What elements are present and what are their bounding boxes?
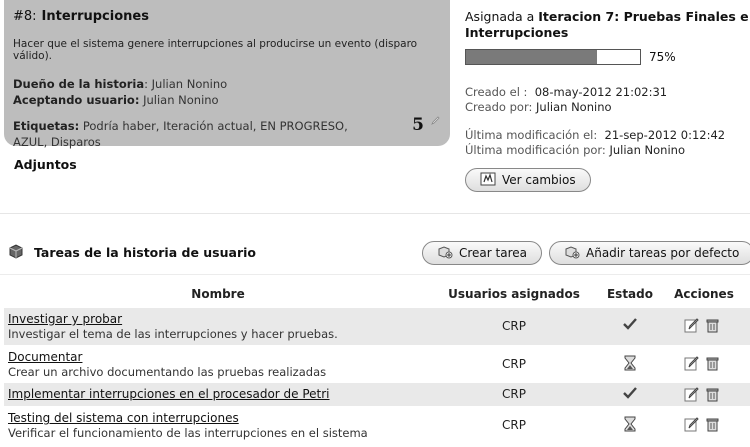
- story-accepting-value: Julian Nonino: [139, 93, 219, 107]
- progress-fill: [466, 50, 597, 64]
- task-assigned-user: CRP: [502, 357, 526, 371]
- table-row: Implementar interrupciones en el procesa…: [4, 383, 750, 407]
- story-title-line: #8: Interrupciones: [13, 8, 442, 25]
- add-default-tasks-label: Añadir tareas por defecto: [586, 246, 740, 260]
- column-state: Estado: [606, 287, 653, 301]
- created-by-value: Julian Nonino: [536, 100, 612, 114]
- story-title: Interrupciones: [41, 9, 149, 24]
- create-task-button[interactable]: Crear tarea: [422, 241, 542, 265]
- task-actions: [684, 417, 720, 432]
- story-accepting: Aceptando usuario: Julian Nonino: [13, 92, 442, 108]
- task-name-link[interactable]: Investigar y probar: [8, 312, 122, 326]
- story-owner-value: : Julian Nonino: [144, 77, 228, 91]
- task-actions: [684, 387, 720, 402]
- create-task-label: Crear tarea: [459, 246, 527, 260]
- task-name-link[interactable]: Documentar: [8, 350, 82, 364]
- story-tags: Etiquetas: Podría haber, Iteración actua…: [13, 118, 363, 150]
- modified-value: 21-sep-2012 0:12:42: [604, 128, 726, 142]
- task-description: Investigar el tema de las interrupciones…: [8, 327, 338, 341]
- assigned-prefix: Asignada a: [465, 9, 535, 24]
- story-owner: Dueño de la historia: Julian Nonino: [13, 76, 442, 92]
- tasks-header: Tareas de la historia de usuario: [8, 243, 256, 262]
- tasks-title: Tareas de la historia de usuario: [34, 245, 256, 260]
- task-assigned-user: CRP: [502, 319, 526, 333]
- attachments-label: Adjuntos: [14, 157, 77, 172]
- progress-label: 75%: [649, 50, 676, 64]
- task-actions: [684, 318, 720, 333]
- view-changes-button[interactable]: Ver cambios: [465, 168, 591, 192]
- edit-icon[interactable]: [684, 387, 699, 402]
- delete-icon[interactable]: [705, 387, 720, 402]
- task-description: Verificar el funcionamiento de las inter…: [8, 426, 368, 440]
- divider: [0, 274, 750, 275]
- add-task-icon: [437, 245, 453, 262]
- story-description: Hacer que el sistema genere interrupcion…: [13, 38, 418, 62]
- task-name-link[interactable]: Testing del sistema con interrupciones: [8, 411, 239, 425]
- story-tags-label: Etiquetas:: [13, 119, 80, 133]
- table-row: Testing del sistema con interrupciones V…: [4, 407, 750, 445]
- view-changes-label: Ver cambios: [502, 173, 576, 187]
- modified-by-value: Julian Nonino: [609, 143, 685, 157]
- add-default-tasks-button[interactable]: Añadir tareas por defecto: [549, 241, 750, 265]
- history-icon: [480, 172, 496, 189]
- created-by-label: Creado por:: [465, 100, 533, 114]
- table-row: Investigar y probar Investigar el tema d…: [4, 308, 750, 346]
- tasks-icon: [8, 243, 26, 262]
- created-block: Creado el : 08-may-2012 21:02:31 Creado …: [465, 85, 750, 115]
- progress-bar: [465, 49, 641, 65]
- story-card: #8: Interrupciones Hacer que el sistema g…: [4, 0, 450, 149]
- task-assigned-user: CRP: [502, 387, 526, 401]
- story-points: 5: [412, 115, 424, 135]
- table-row: Documentar Crear un archivo documentando…: [4, 346, 750, 383]
- task-description: Crear un archivo documentando las prueba…: [8, 365, 327, 379]
- delete-icon[interactable]: [705, 318, 720, 333]
- hourglass-icon: [616, 355, 644, 375]
- edit-icon[interactable]: [684, 318, 699, 333]
- column-name: Nombre: [191, 287, 245, 301]
- story-number: #8:: [13, 9, 37, 24]
- task-name-link[interactable]: Implementar interrupciones en el procesa…: [8, 387, 330, 401]
- modified-by-label: Última modificación por:: [465, 143, 606, 157]
- tasks-table: Investigar y probar Investigar el tema d…: [4, 308, 750, 445]
- task-actions: [684, 356, 720, 371]
- done-icon: [616, 317, 644, 335]
- column-users: Usuarios asignados: [448, 287, 580, 301]
- divider: [0, 213, 750, 214]
- modified-label: Última modificación el:: [465, 128, 598, 142]
- edit-points-icon[interactable]: [431, 115, 440, 128]
- done-icon: [616, 386, 644, 404]
- story-info: Asignada a Iteracion 7: Pruebas Finales e…: [465, 9, 750, 158]
- tasks-table-header: Nombre Usuarios asignados Estado Accione…: [4, 287, 750, 305]
- story-accepting-label: Aceptando usuario:: [13, 93, 140, 107]
- edit-icon[interactable]: [684, 356, 699, 371]
- hourglass-icon: [616, 416, 644, 436]
- edit-icon[interactable]: [684, 417, 699, 432]
- column-actions: Acciones: [674, 287, 734, 301]
- delete-icon[interactable]: [705, 356, 720, 371]
- created-label: Creado el :: [465, 85, 528, 99]
- assigned-iteration: Asignada a Iteracion 7: Pruebas Finales e…: [465, 9, 750, 41]
- modified-block: Última modificación el: 21-sep-2012 0:12…: [465, 128, 750, 158]
- delete-icon[interactable]: [705, 417, 720, 432]
- progress: 75%: [465, 49, 750, 65]
- add-default-tasks-icon: [564, 245, 580, 262]
- created-value: 08-may-2012 21:02:31: [534, 85, 668, 99]
- story-owner-label: Dueño de la historia: [13, 77, 145, 91]
- task-assigned-user: CRP: [502, 418, 526, 432]
